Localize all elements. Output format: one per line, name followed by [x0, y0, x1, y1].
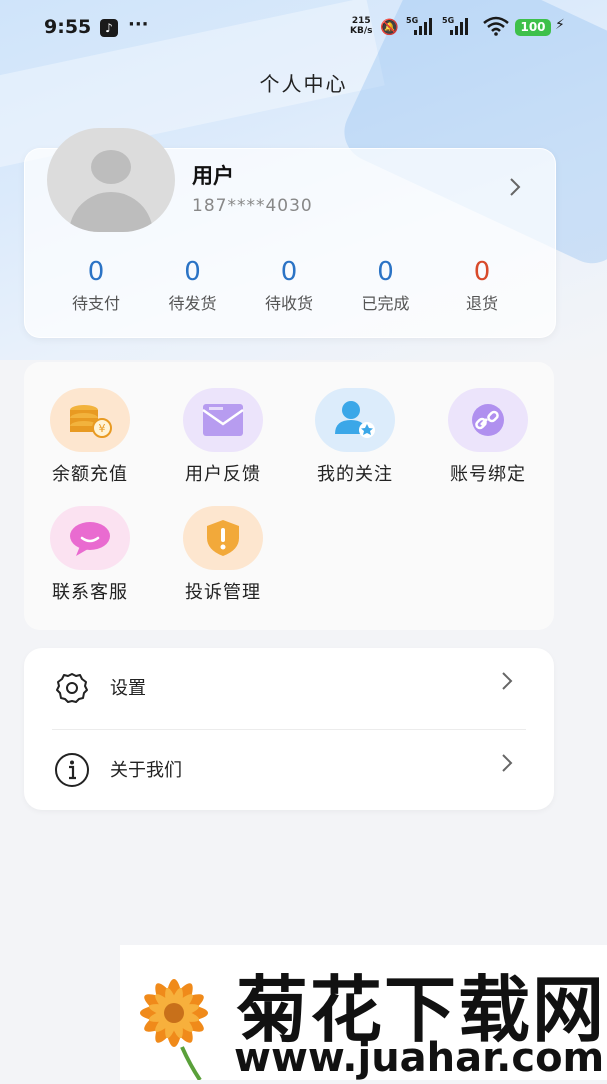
- watermark-banner: 菊花下载网 www.juahar.com: [120, 945, 607, 1082]
- order-pending-receipt[interactable]: 0 待收货: [241, 256, 337, 320]
- avatar[interactable]: [47, 128, 175, 232]
- tool-label: 投诉管理: [185, 582, 261, 603]
- chevron-right-icon: [500, 670, 514, 698]
- signal-icon-1: [414, 17, 432, 35]
- svg-text:¥: ¥: [99, 422, 106, 435]
- gear-icon: [54, 670, 90, 706]
- avatar-body: [69, 192, 153, 232]
- flower-logo-icon: [120, 955, 232, 1084]
- order-count: 0: [280, 257, 298, 287]
- tool-complaints[interactable]: 投诉管理: [168, 506, 278, 604]
- charging-icon: ⚡: [555, 17, 565, 33]
- order-label: 已完成: [361, 294, 410, 313]
- order-label: 待发货: [168, 294, 217, 313]
- order-count: 0: [377, 257, 394, 287]
- avatar-head: [91, 150, 131, 184]
- tool-label: 账号绑定: [450, 464, 526, 485]
- username: 用户: [192, 164, 234, 188]
- tool-customer-service[interactable]: 联系客服: [35, 506, 145, 604]
- order-refund[interactable]: 0 退货: [434, 256, 530, 320]
- order-count: 0: [87, 257, 105, 287]
- signal-icon-2: [450, 17, 468, 35]
- order-completed[interactable]: 0 已完成: [338, 256, 434, 320]
- tool-label: 我的关注: [317, 464, 393, 485]
- user-phone: 187****4030: [192, 196, 313, 216]
- mute-bell-icon: 🔕: [380, 18, 399, 36]
- wifi-icon: [482, 16, 510, 40]
- battery-indicator: 100: [515, 19, 551, 36]
- chevron-right-icon[interactable]: [508, 176, 522, 204]
- about-us-row[interactable]: 关于我们: [24, 730, 554, 810]
- tool-account-binding[interactable]: 账号绑定: [433, 388, 543, 486]
- user-star-icon: [315, 388, 395, 452]
- order-count: 0: [473, 257, 491, 287]
- about-us-label: 关于我们: [110, 760, 182, 781]
- tiktok-notification-icon: ♪: [100, 19, 118, 37]
- order-label: 待支付: [71, 294, 120, 313]
- info-icon: [54, 752, 90, 788]
- network-speed: 215 KB/s: [350, 16, 373, 36]
- shield-alert-icon: [183, 506, 263, 570]
- order-pending-payment[interactable]: 0 待支付: [48, 256, 144, 320]
- tool-recharge[interactable]: ¥ 余额充值: [35, 388, 145, 486]
- coins-icon: ¥: [50, 388, 130, 452]
- settings-label: 设置: [110, 678, 146, 699]
- order-status-row: 0 待支付 0 待发货 0 待收货 0 已完成 0 退货: [48, 256, 530, 320]
- order-label: 待收货: [264, 294, 313, 313]
- tool-following[interactable]: 我的关注: [300, 388, 410, 486]
- chevron-right-icon: [500, 752, 514, 780]
- watermark-url: www.juahar.com: [234, 1035, 605, 1081]
- link-icon: [448, 388, 528, 452]
- order-count: 0: [184, 257, 201, 287]
- order-pending-shipment[interactable]: 0 待发货: [145, 256, 241, 320]
- settings-row[interactable]: 设置: [24, 648, 554, 728]
- tool-label: 用户反馈: [185, 464, 261, 485]
- status-time: 9:55: [44, 16, 92, 38]
- status-bar: 9:55 ♪ ··· 215 KB/s 🔕 5G 5G 100 ⚡: [0, 0, 607, 56]
- page-title: 个人中心: [259, 72, 348, 96]
- more-notifications-icon: ···: [128, 14, 149, 35]
- settings-card: 设置 关于我们: [24, 648, 554, 810]
- order-label: 退货: [465, 294, 498, 313]
- chat-bubble-icon: [50, 506, 130, 570]
- mail-icon: [183, 388, 263, 452]
- tool-label: 余额充值: [52, 464, 128, 485]
- tool-label: 联系客服: [52, 582, 128, 603]
- tool-feedback[interactable]: 用户反馈: [168, 388, 278, 486]
